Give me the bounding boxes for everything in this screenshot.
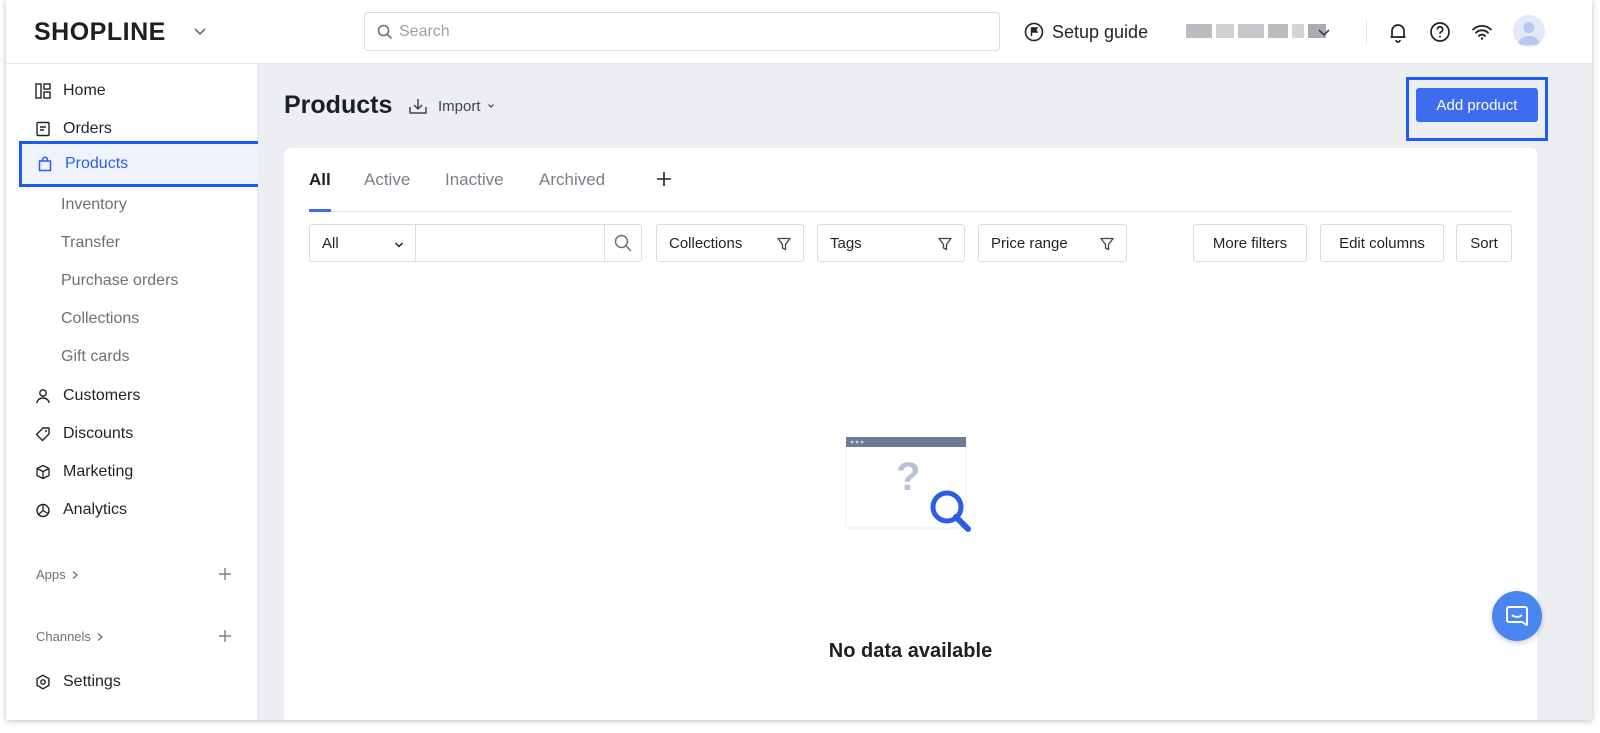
help-icon[interactable] (1428, 20, 1452, 44)
download-icon (409, 99, 427, 114)
filter-icon (938, 237, 952, 251)
global-search[interactable] (364, 12, 1000, 51)
search-icon (377, 24, 393, 40)
search-input[interactable] (399, 21, 979, 43)
bag-icon (36, 155, 54, 173)
filter-select-value: All (322, 234, 339, 252)
tag-icon (34, 425, 52, 443)
add-app-icon[interactable] (218, 567, 232, 581)
import-label: Import (438, 97, 481, 115)
filter-search-button[interactable] (604, 224, 642, 262)
search-icon (614, 234, 632, 252)
filter-search-input[interactable] (415, 224, 605, 262)
cube-icon (34, 463, 52, 481)
sidebar-item-label: Marketing (63, 463, 134, 480)
sidebar-item-collections[interactable]: Collections (61, 300, 139, 338)
products-card: All Active Inactive Archived All Collect… (284, 148, 1537, 720)
avatar[interactable] (1513, 15, 1545, 47)
chevron-down-icon[interactable] (191, 22, 209, 40)
sidebar-item-label: Analytics (63, 501, 128, 518)
chevron-down-icon (487, 104, 494, 108)
sidebar-item-inventory[interactable]: Inventory (61, 186, 127, 224)
sidebar: Home Orders Products Inventory Transfer … (6, 64, 267, 720)
shopline-logo[interactable]: SHOPLINE (34, 18, 166, 47)
chevron-down-icon (394, 242, 404, 248)
page-title: Products (284, 91, 393, 119)
import-button[interactable]: Import (408, 96, 496, 116)
bell-icon[interactable] (1386, 20, 1410, 44)
channels-section[interactable]: Channels (36, 629, 105, 644)
empty-state-message: No data available (828, 640, 993, 662)
sidebar-item-label: Products (65, 155, 129, 172)
topbar-divider (1366, 20, 1367, 44)
filter-icon (1100, 237, 1114, 251)
sidebar-item-products[interactable]: Products (19, 141, 267, 187)
collections-filter-label: Collections (669, 234, 743, 252)
sidebar-item-discounts[interactable]: Discounts (20, 415, 264, 453)
sidebar-item-settings[interactable]: Settings (20, 663, 264, 701)
add-channel-icon[interactable] (218, 629, 232, 643)
setup-guide-label: Setup guide (1052, 21, 1149, 42)
sidebar-item-purchase-orders[interactable]: Purchase orders (61, 262, 178, 300)
edit-columns-button[interactable]: Edit columns (1320, 224, 1444, 262)
pie-chart-icon (34, 501, 52, 519)
more-filters-button[interactable]: More filters (1193, 224, 1307, 262)
top-bar: SHOPLINE Setup guide (6, 0, 1592, 64)
chevron-right-icon (72, 570, 78, 579)
apps-section[interactable]: Apps (36, 567, 80, 582)
price-range-filter-label: Price range (991, 234, 1068, 252)
add-view-icon[interactable] (655, 170, 673, 188)
sidebar-item-label: Orders (63, 120, 112, 137)
flag-circle-icon (1024, 22, 1044, 42)
sidebar-item-label: Home (63, 82, 106, 99)
sidebar-item-marketing[interactable]: Marketing (20, 453, 264, 491)
chevron-down-icon[interactable] (1314, 22, 1334, 42)
app-window: SHOPLINE Setup guide Home Orders (6, 0, 1592, 720)
user-icon (34, 387, 52, 405)
sidebar-item-label: Settings (63, 673, 121, 690)
add-product-button[interactable]: Add product (1416, 88, 1538, 122)
apps-label: Apps (36, 567, 66, 582)
sort-button[interactable]: Sort (1456, 224, 1512, 262)
channels-label: Channels (36, 629, 91, 644)
sidebar-item-customers[interactable]: Customers (20, 377, 264, 415)
tab-inactive[interactable]: Inactive (445, 170, 504, 190)
sidebar-item-analytics[interactable]: Analytics (20, 491, 264, 529)
home-icon (34, 82, 52, 100)
tab-archived[interactable]: Archived (539, 170, 605, 190)
tags-filter[interactable]: Tags (817, 224, 965, 262)
wifi-icon[interactable] (1470, 20, 1494, 44)
store-selector[interactable] (1186, 24, 1326, 38)
empty-search-illustration: ? (845, 437, 971, 532)
tab-all[interactable]: All (309, 170, 331, 190)
sidebar-item-label: Discounts (63, 425, 134, 442)
sidebar-item-label: Customers (63, 387, 141, 404)
gear-icon (34, 673, 52, 691)
chat-launcher-button[interactable] (1492, 591, 1542, 641)
price-range-filter[interactable]: Price range (978, 224, 1127, 262)
chevron-right-icon (97, 632, 103, 641)
svg-text:?: ? (896, 455, 920, 499)
filter-icon (777, 237, 791, 251)
chat-icon (1506, 606, 1528, 626)
product-tabs: All Active Inactive Archived (309, 148, 1512, 212)
tab-active[interactable]: Active (364, 170, 410, 190)
sidebar-item-transfer[interactable]: Transfer (61, 224, 120, 262)
tags-filter-label: Tags (830, 234, 862, 252)
sidebar-item-gift-cards[interactable]: Gift cards (61, 338, 129, 376)
active-tab-indicator (309, 209, 331, 212)
filter-field-select[interactable]: All (309, 224, 415, 262)
orders-icon (34, 120, 52, 138)
collections-filter[interactable]: Collections (656, 224, 804, 262)
sidebar-item-orders[interactable]: Orders (20, 110, 264, 148)
main-content: Products Import Add product All Active I… (258, 64, 1592, 720)
setup-guide-button[interactable]: Setup guide (1024, 20, 1148, 44)
sidebar-item-home[interactable]: Home (20, 72, 264, 110)
